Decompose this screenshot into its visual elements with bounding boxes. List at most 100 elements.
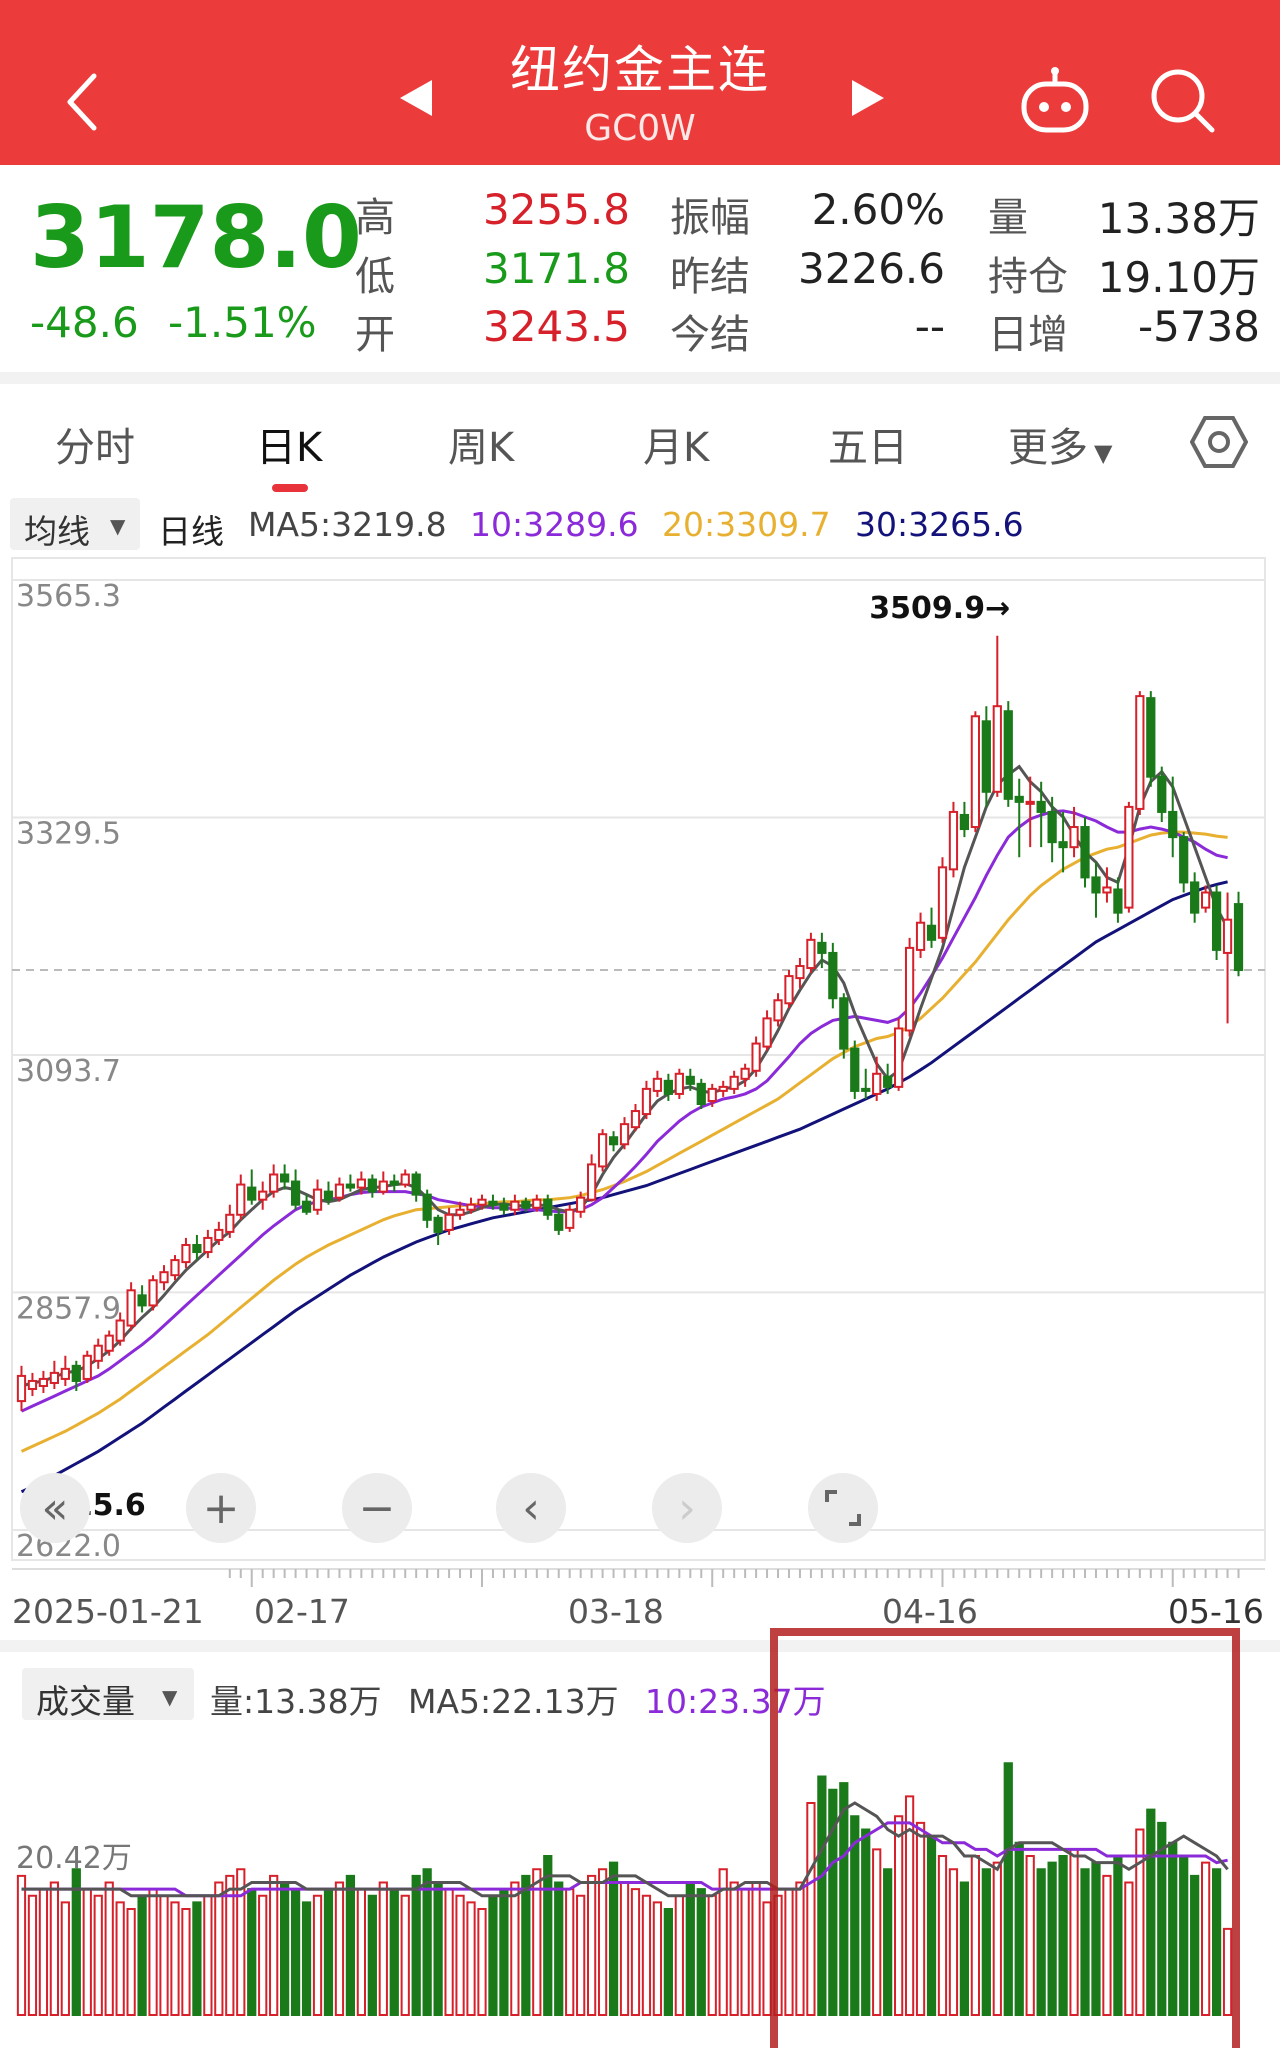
volume-selector-arrow-icon: ▼: [162, 1685, 178, 1709]
candle: [883, 1075, 893, 1088]
candle: [696, 1082, 706, 1105]
volume-bar: [663, 1908, 673, 2016]
ma10-line: [20, 809, 1228, 1413]
volume-bar: [269, 1874, 279, 2016]
volume-bar: [532, 1868, 542, 2016]
volume-bar: [258, 1894, 268, 2016]
app-header: 纽约金主连 GC0W: [0, 0, 1280, 165]
high-label: 高: [355, 195, 395, 241]
volume-bar: [455, 1894, 465, 2016]
volume-bar: [159, 1894, 169, 2016]
volume-bar: [685, 1881, 695, 2016]
volume-bar: [247, 1888, 257, 2016]
fullscreen-icon[interactable]: [808, 1473, 878, 1543]
right-icon[interactable]: ›: [652, 1473, 722, 1543]
candle: [1113, 888, 1123, 914]
candle: [1222, 918, 1233, 954]
volume-bar: [49, 1881, 59, 2016]
candle: [619, 1123, 630, 1146]
dropdown-arrow-icon: ▼: [1094, 439, 1113, 467]
candle: [82, 1354, 92, 1380]
candle: [861, 1087, 871, 1092]
candle: [1047, 810, 1057, 844]
candle: [499, 1203, 509, 1211]
low-value: 3171.8: [483, 244, 630, 293]
candle: [948, 810, 959, 871]
zoom-in-icon[interactable]: +: [186, 1473, 256, 1543]
volume-bar: [356, 1888, 366, 2016]
tab-monthly-k[interactable]: 月K: [643, 415, 709, 473]
volume-bar: [641, 1894, 652, 2016]
last-price: 3178.0: [30, 188, 362, 288]
volume-bar: [729, 1881, 739, 2016]
volume-bar: [400, 1894, 410, 2016]
volume-bar: [389, 1888, 399, 2016]
rewind-icon[interactable]: «: [20, 1473, 90, 1543]
candle: [784, 975, 794, 1005]
next-icon[interactable]: [850, 78, 886, 118]
candle: [1003, 710, 1013, 800]
x-tick-label: 05-16: [1168, 1592, 1264, 1631]
max-price-label: 3509.9→: [869, 591, 1010, 626]
settings-icon[interactable]: [1190, 414, 1248, 470]
daily-change-value: -5738: [1137, 302, 1260, 351]
robot-icon[interactable]: [1018, 66, 1092, 136]
candle: [543, 1198, 553, 1216]
candle: [565, 1208, 575, 1229]
volume-axis-label: 20.42万: [16, 1841, 132, 1876]
volume-bar: [126, 1908, 136, 2016]
candle: [718, 1085, 728, 1092]
volume-bar: [170, 1901, 180, 2016]
candle: [1069, 826, 1079, 849]
candle: [981, 720, 991, 793]
volume-bar: [16, 1874, 27, 2016]
volume-bar: [740, 1888, 750, 2016]
candle: [411, 1173, 421, 1196]
volume-bar: [411, 1874, 421, 2016]
tab-intraday[interactable]: 分时: [55, 415, 135, 473]
candle: [455, 1208, 465, 1216]
volume-label: 量: [988, 195, 1028, 241]
candle: [378, 1180, 388, 1193]
active-tab-indicator: [272, 484, 308, 492]
candle: [104, 1334, 114, 1352]
candle: [433, 1216, 443, 1233]
zoom-out-icon[interactable]: −: [342, 1473, 412, 1543]
settle-label: 今结: [670, 312, 750, 358]
prev-settle-label: 昨结: [670, 254, 750, 300]
candle: [247, 1186, 257, 1201]
tab-daily-k[interactable]: 日K: [256, 415, 322, 473]
prev-settle-value: 3226.6: [798, 244, 945, 293]
ma30-line: [20, 880, 1228, 1494]
candlestick-chart[interactable]: 3565.33329.53093.72857.92622.0 3509.9→ 2…: [0, 555, 1280, 1565]
open-interest-label: 持仓: [988, 254, 1068, 300]
y-tick-label: 2857.9: [16, 1291, 121, 1326]
candle: [587, 1163, 597, 1201]
indicator-selector-label: 均线: [24, 512, 90, 551]
candle: [1025, 800, 1035, 805]
volume-bar: [499, 1888, 509, 2016]
volume-bar: [323, 1888, 334, 2016]
tab-weekly-k[interactable]: 周K: [448, 415, 514, 473]
volume-bar: [345, 1874, 356, 2016]
candle: [466, 1203, 476, 1211]
candle: [652, 1077, 663, 1092]
volume-bar: [521, 1874, 531, 2016]
volume-ma5: MA5:22.13万: [408, 1682, 619, 1721]
candle: [1091, 876, 1101, 894]
volume-bar: [82, 1888, 92, 2016]
candle: [817, 941, 827, 954]
tab-more-label: 更多: [1008, 425, 1088, 471]
search-icon[interactable]: [1148, 66, 1216, 136]
settle-value: --: [914, 302, 945, 351]
candle: [400, 1173, 410, 1186]
volume-bar: [554, 1881, 564, 2016]
ma30-value: 30:3265.6: [855, 505, 1024, 544]
tab-five-day[interactable]: 五日: [828, 415, 908, 473]
candle: [192, 1243, 202, 1254]
volume-bar: [60, 1901, 70, 2016]
volume-selector-label: 成交量: [36, 1682, 135, 1721]
tab-more[interactable]: 更多 ▼: [1008, 415, 1112, 473]
daily-change-label: 日增: [988, 312, 1068, 358]
left-icon[interactable]: ‹: [496, 1473, 566, 1543]
